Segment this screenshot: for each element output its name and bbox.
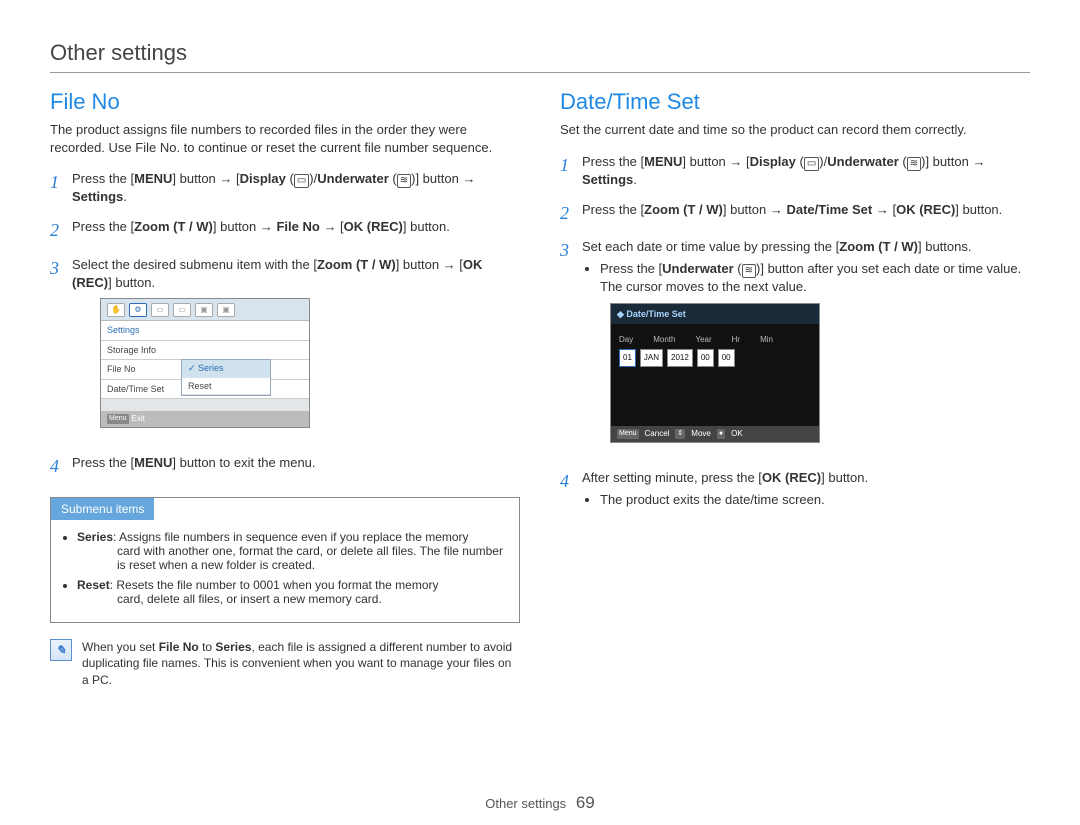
lcd-b-title: ◆ Date/Time Set xyxy=(611,304,819,325)
display-icon: ▭ xyxy=(804,157,819,171)
submenu-reset: Reset: Resets the file number to 0001 wh… xyxy=(77,578,505,606)
submenu-body: Series: Assigns file numbers in sequence… xyxy=(51,520,519,622)
footer-menu-key: Menu xyxy=(617,429,639,439)
step-4-bullet: The product exits the date/time screen. xyxy=(600,491,1030,509)
arrow-icon: → xyxy=(462,170,475,188)
page-footer: Other settings 69 xyxy=(0,793,1080,813)
arrow-icon: → xyxy=(443,256,456,274)
display-icon: ▭ xyxy=(294,174,309,188)
lcd-datetime-screenshot: ◆ Date/Time Set Day Month Year Hr Min 01… xyxy=(610,303,820,443)
note-box: ✎ When you set File No to Series, each f… xyxy=(50,639,520,688)
step-4-text: Press the [MENU] button to exit the menu… xyxy=(72,454,520,479)
note-icon: ✎ xyxy=(50,639,72,661)
arrow-icon: → xyxy=(972,153,985,171)
step-1-text: Press the [MENU] button → [Display (▭)/U… xyxy=(582,153,1030,189)
arrow-icon: → xyxy=(219,170,232,188)
step-2-text: Press the [Zoom (T / W)] button → File N… xyxy=(72,218,520,243)
lcd-fileno-screenshot: ✋ ⚙ ▭ ▭ ▣ ▣ Settings Storage Info File N… xyxy=(100,298,310,428)
step-1: 1 Press the [MENU] button → [Display (▭)… xyxy=(560,153,1030,189)
lcd-footer: Menu Exit xyxy=(101,411,309,427)
arrow-icon: → xyxy=(260,218,273,236)
step-num-4: 4 xyxy=(50,454,72,479)
step-4: 4 After setting minute, press the [OK (R… xyxy=(560,469,1030,511)
lcd-b-headers: Day Month Year Hr Min xyxy=(611,324,781,349)
step-1-text: Press the [MENU] button → [Display (▭)/U… xyxy=(72,170,520,206)
step-4: 4 Press the [MENU] button to exit the me… xyxy=(50,454,520,479)
submenu-series: Series: Assigns file numbers in sequence… xyxy=(77,530,505,572)
arrow-icon: → xyxy=(876,201,889,219)
columns: File No The product assigns file numbers… xyxy=(50,89,1030,688)
step-3: 3 Select the desired submenu item with t… xyxy=(50,256,520,442)
date-time-intro: Set the current date and time so the pro… xyxy=(560,121,1030,139)
val-month: JAN xyxy=(640,349,663,366)
page-header: Other settings xyxy=(50,40,1030,73)
step-num-3: 3 xyxy=(50,256,72,442)
lcd-b-footer: Menu Cancel ⇕ Move ● OK xyxy=(611,426,819,442)
tab-icon: ▣ xyxy=(217,303,235,317)
underwater-icon: ≋ xyxy=(397,174,411,188)
val-hr: 00 xyxy=(697,349,714,366)
val-min: 00 xyxy=(718,349,735,366)
step-num-2: 2 xyxy=(560,201,582,226)
lcd-subopt-series: ✓ Series xyxy=(182,360,270,378)
step-3-text: Set each date or time value by pressing … xyxy=(582,238,1030,457)
submenu-items-box: Submenu items Series: Assigns file numbe… xyxy=(50,497,520,623)
arrow-icon: → xyxy=(729,153,742,171)
footer-label: Other settings xyxy=(485,796,566,811)
step-2-text: Press the [Zoom (T / W)] button → Date/T… xyxy=(582,201,1030,226)
tab-icon-active: ⚙ xyxy=(129,303,147,317)
val-year: 2012 xyxy=(667,349,693,366)
tab-icon: ▭ xyxy=(151,303,169,317)
tab-icon: ✋ xyxy=(107,303,125,317)
step-3-bullet: Press the [Underwater (≋)] button after … xyxy=(600,260,1030,296)
tab-icon: ▭ xyxy=(173,303,191,317)
lcd-tabrow: ✋ ⚙ ▭ ▭ ▣ ▣ xyxy=(101,299,309,321)
arrow-icon: → xyxy=(323,218,336,236)
step-num-2: 2 xyxy=(50,218,72,243)
footer-move-icon: ⇕ xyxy=(675,429,685,439)
file-no-intro: The product assigns file numbers to reco… xyxy=(50,121,520,156)
lcd-subopt-reset: Reset xyxy=(182,378,270,396)
underwater-icon: ≋ xyxy=(742,264,756,278)
file-no-title: File No xyxy=(50,89,520,115)
page-number: 69 xyxy=(576,793,595,812)
step-num-1: 1 xyxy=(50,170,72,206)
lcd-row-settings: Settings xyxy=(101,321,309,341)
step-num-4: 4 xyxy=(560,469,582,511)
date-time-title: Date/Time Set xyxy=(560,89,1030,115)
date-time-steps: 1 Press the [MENU] button → [Display (▭)… xyxy=(560,153,1030,512)
step-num-1: 1 xyxy=(560,153,582,189)
step-4-text: After setting minute, press the [OK (REC… xyxy=(582,469,1030,511)
col-file-no: File No The product assigns file numbers… xyxy=(50,89,520,688)
step-2: 2 Press the [Zoom (T / W)] button → Date… xyxy=(560,201,1030,226)
footer-ok-icon: ● xyxy=(717,429,725,439)
tab-icon: ▣ xyxy=(195,303,213,317)
step-2: 2 Press the [Zoom (T / W)] button → File… xyxy=(50,218,520,243)
submenu-title: Submenu items xyxy=(51,498,154,520)
lcd-footer-exit: Exit xyxy=(132,413,145,424)
lcd-row-storage: Storage Info xyxy=(101,341,309,361)
val-day: 01 xyxy=(619,349,636,366)
step-3-text: Select the desired submenu item with the… xyxy=(72,256,520,442)
col-date-time: Date/Time Set Set the current date and t… xyxy=(560,89,1030,688)
file-no-steps: 1 Press the [MENU] button → [Display (▭)… xyxy=(50,170,520,479)
step-3: 3 Set each date or time value by pressin… xyxy=(560,238,1030,457)
arrow-icon: → xyxy=(770,201,783,219)
step-num-3: 3 xyxy=(560,238,582,457)
step-1: 1 Press the [MENU] button → [Display (▭)… xyxy=(50,170,520,206)
note-text: When you set File No to Series, each fil… xyxy=(82,639,520,688)
underwater-icon: ≋ xyxy=(907,157,921,171)
lcd-submenu-popup: ✓ Series Reset xyxy=(181,359,271,396)
lcd-b-values: 01 JAN 2012 00 00 xyxy=(611,349,819,366)
lcd-footer-key: Menu xyxy=(107,414,129,424)
